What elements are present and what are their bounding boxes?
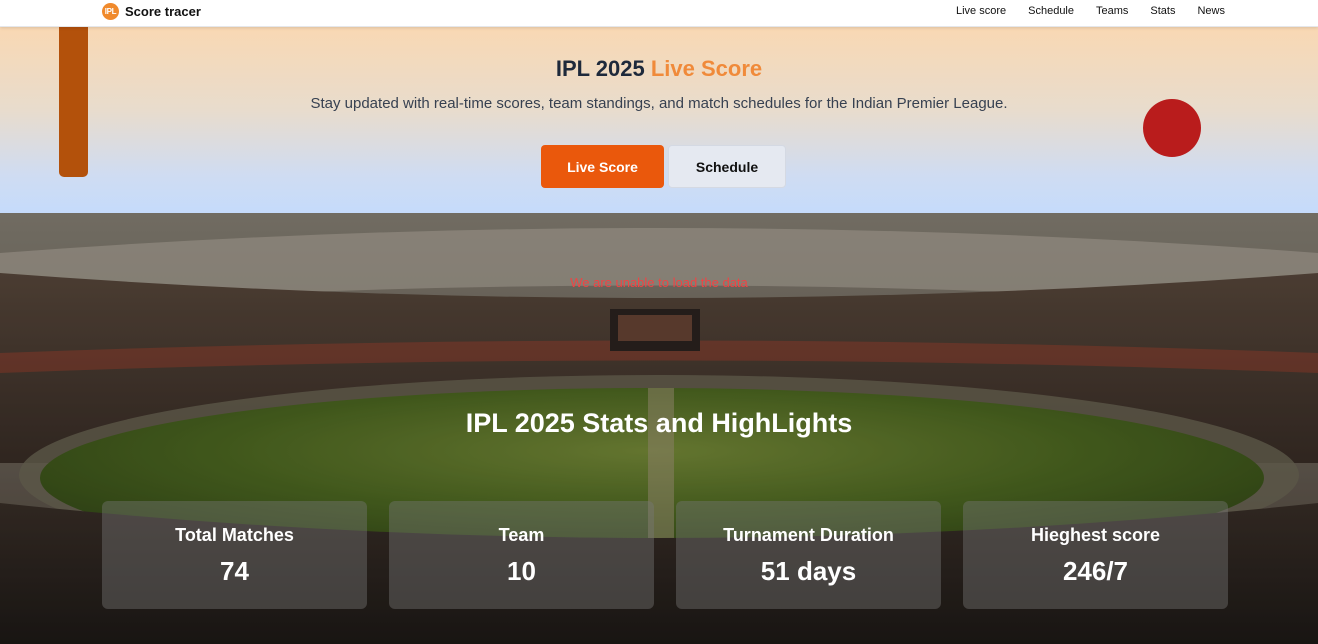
stats-section: We are unable to load the data IPL 2025 …: [0, 213, 1318, 644]
brand-name: Score tracer: [125, 4, 201, 19]
stat-card-value: 10: [507, 556, 536, 586]
hero-buttons: Live Score Schedule: [541, 145, 786, 188]
error-message: We are unable to load the data: [570, 275, 748, 290]
stat-card-value: 51 days: [760, 556, 857, 586]
stat-card-label: Hieghest score: [1030, 525, 1161, 545]
nav-link-news[interactable]: News: [1197, 5, 1225, 17]
top-navbar: IPL Score tracer Live score Schedule Tea…: [0, 0, 1318, 27]
hero-subtitle: Stay updated with real-time scores, team…: [310, 95, 1008, 112]
stat-card-label: Total Matches: [175, 525, 294, 545]
ipl-logo-icon: IPL: [102, 3, 119, 20]
stat-card-tournament-duration: Turnament Duration 51 days: [676, 501, 941, 609]
stat-cards: Total Matches 74 Team 10 Turnament Durat…: [102, 501, 1228, 609]
nav-link-stats[interactable]: Stats: [1150, 5, 1175, 17]
nav-link-live-score[interactable]: Live score: [956, 5, 1006, 17]
stats-title: IPL 2025 Stats and HighLights: [465, 408, 853, 438]
schedule-button[interactable]: Schedule: [668, 145, 786, 188]
stat-card-label: Turnament Duration: [723, 525, 894, 545]
hero-title-accent: Live Score: [650, 56, 763, 81]
nav-link-schedule[interactable]: Schedule: [1028, 5, 1074, 17]
live-score-button[interactable]: Live Score: [541, 145, 664, 188]
stat-card-label: Team: [498, 525, 545, 545]
stat-card-value: 74: [220, 556, 249, 586]
nav-links: Live score Schedule Teams Stats News: [956, 5, 1225, 17]
hero-section: IPL 2025 Live Score Stay updated with re…: [0, 27, 1318, 213]
nav-link-teams[interactable]: Teams: [1096, 5, 1128, 17]
brand[interactable]: IPL Score tracer: [102, 3, 201, 20]
stat-card-value: 246/7: [1062, 556, 1129, 586]
hero-title-main: IPL 2025: [555, 56, 645, 81]
stat-card-team: Team 10: [389, 501, 654, 609]
hero-title: IPL 2025 Live Score: [0, 56, 1318, 82]
stat-card-total-matches: Total Matches 74: [102, 501, 367, 609]
stat-card-highest-score: Hieghest score 246/7: [963, 501, 1228, 609]
